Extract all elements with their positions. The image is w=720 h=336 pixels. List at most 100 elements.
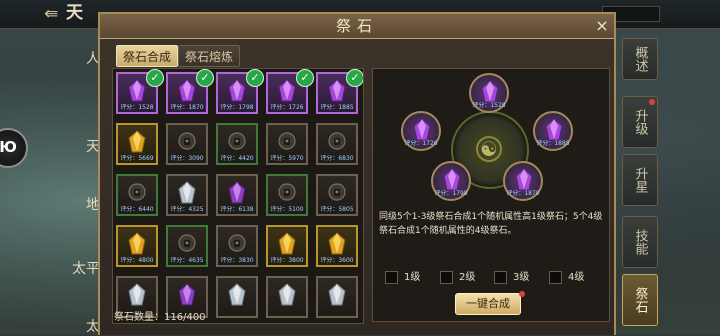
side-tab-1[interactable]: 概述: [622, 38, 658, 80]
lock-stone-icon: [278, 183, 296, 201]
stone-slot[interactable]: 评分：1726 ✓: [266, 69, 314, 114]
checkbox-label: 3级: [513, 272, 530, 283]
side-tab-label: 升级: [632, 109, 648, 135]
dialog-title: 祭石: [335, 17, 378, 35]
stone-slot[interactable]: [266, 276, 308, 318]
tab-stone-merge[interactable]: 祭石合成: [116, 45, 179, 67]
side-tab-3[interactable]: 升星: [622, 154, 658, 206]
stone-score: 评分：5805: [320, 206, 354, 213]
stone-gem-icon: [128, 232, 146, 255]
dialog-header: 祭石 ×: [100, 14, 614, 39]
stone-slot[interactable]: 评分：3800: [266, 225, 308, 267]
side-tab-2[interactable]: 升级: [622, 96, 658, 148]
merge-notification-dot: [519, 291, 525, 297]
stone-slot[interactable]: 评分：5970: [266, 123, 308, 165]
stone-slot[interactable]: 评分：5100: [266, 174, 308, 216]
lock-stone-icon: [328, 183, 346, 201]
stone-score: 评分：1726: [270, 104, 304, 111]
stone-gem-icon: [515, 168, 533, 191]
fusion-slot-score: 评分：1528: [472, 102, 506, 109]
stone-inventory-grid[interactable]: 评分：1528 ✓ 评分：1870 ✓ 评分：1798 ✓ 评分：1726 ✓ 评分：1885 ✓…: [112, 68, 364, 324]
fusion-slot-score: 评分：1885: [536, 140, 570, 147]
stone-gem-icon: [228, 181, 246, 204]
left-tab-3[interactable]: 地: [72, 194, 100, 214]
stone-slot[interactable]: 评分：3600: [316, 225, 358, 267]
fusion-slot[interactable]: 评分：1885: [533, 111, 573, 151]
check-icon: ✓: [246, 69, 264, 87]
stone-slot[interactable]: 评分：3830: [216, 225, 258, 267]
stone-score: 评分：6830: [320, 155, 354, 162]
left-tab-2[interactable]: 天: [72, 136, 100, 156]
lock-stone-icon: [228, 234, 246, 252]
stone-score: 评分：4635: [170, 257, 204, 264]
stone-slot[interactable]: 评分：4325: [166, 174, 208, 216]
stone-gem-icon: [128, 79, 146, 102]
checkbox-box[interactable]: [440, 271, 453, 284]
checkbox-box[interactable]: [549, 271, 562, 284]
lock-stone-icon: [178, 234, 196, 252]
left-tab-1[interactable]: 人: [72, 48, 100, 68]
checkbox-box[interactable]: [494, 271, 507, 284]
stone-score: 评分：3830: [220, 257, 254, 264]
stone-gem-icon: [328, 232, 346, 255]
fusion-slot[interactable]: 评分：1870: [503, 161, 543, 201]
stone-score: 评分：3090: [170, 155, 204, 162]
check-icon: ✓: [346, 69, 363, 87]
side-tab-5[interactable]: 祭石: [622, 274, 658, 326]
fusion-slot[interactable]: 评分：1798: [431, 161, 471, 201]
stone-gem-icon: [278, 79, 296, 102]
stone-slot[interactable]: 评分：5805: [316, 174, 358, 216]
stone-score: 评分：1528: [120, 104, 154, 111]
fusion-slot-score: 评分：1870: [506, 190, 540, 197]
stone-score: 评分：1870: [170, 104, 204, 111]
stone-score: 评分：3800: [270, 257, 304, 264]
fusion-slot[interactable]: 评分：1726: [401, 111, 441, 151]
lock-stone-icon: [278, 132, 296, 150]
stone-slot[interactable]: 评分：1528 ✓: [116, 69, 164, 114]
checkbox-box[interactable]: [385, 271, 398, 284]
stone-gem-icon: [413, 118, 431, 141]
side-tab-label: 升星: [632, 167, 648, 193]
stone-score: 评分：4420: [220, 155, 254, 162]
stone-gem-icon: [328, 283, 346, 306]
stone-slot[interactable]: 评分：1798 ✓: [216, 69, 264, 114]
stone-slot[interactable]: 评分：6138: [216, 174, 258, 216]
stone-slot[interactable]: [216, 276, 258, 318]
side-tab-label: 技能: [632, 229, 648, 255]
back-arrow-icon[interactable]: ⇚: [44, 4, 58, 24]
stone-score: 评分：6440: [120, 206, 154, 213]
stone-slot[interactable]: 评分：1870 ✓: [166, 69, 214, 114]
stone-slot[interactable]: 评分：1885 ✓: [316, 69, 363, 114]
close-icon[interactable]: ×: [592, 16, 612, 36]
stone-slot[interactable]: 评分：5669: [116, 123, 158, 165]
left-tab-5[interactable]: 太: [72, 316, 100, 336]
tab-stone-smelt[interactable]: 祭石熔炼: [178, 45, 241, 67]
side-tab-4[interactable]: 技能: [622, 216, 658, 268]
stone-gem-icon: [278, 283, 296, 306]
one-click-merge-button[interactable]: 一键合成: [455, 293, 521, 315]
stone-slot[interactable]: 评分：6830: [316, 123, 358, 165]
stone-gem-icon: [228, 283, 246, 306]
side-tab-label: 概述: [632, 46, 648, 72]
stone-slot[interactable]: 评分：3090: [166, 123, 208, 165]
stone-slot[interactable]: 评分：6440: [116, 174, 158, 216]
fusion-slot[interactable]: 评分：1528: [469, 73, 509, 113]
fusion-panel: ☯ 评分：1528 评分：1726 评分：1885 评分：1798 评分：1870 同级…: [372, 68, 610, 322]
stone-slot[interactable]: 评分：4635: [166, 225, 208, 267]
stone-slot[interactable]: 评分：4420: [216, 123, 258, 165]
stone-gem-icon: [128, 283, 146, 306]
stone-count-label: 祭石数量：: [114, 312, 164, 323]
stone-score: 评分：3600: [320, 257, 354, 264]
stone-score: 评分：1798: [220, 104, 254, 111]
left-tab-4[interactable]: 太平: [72, 258, 100, 278]
checkbox-label: 4级: [568, 272, 585, 283]
check-icon: ✓: [296, 69, 314, 87]
stone-gem-icon: [481, 80, 499, 103]
stone-slot[interactable]: [316, 276, 358, 318]
stone-gem-icon: [178, 283, 196, 306]
fusion-description: 同级5个1-3级祭石合成1个随机属性高1级祭石；5个4级祭石合成1个随机属性的4…: [379, 212, 603, 236]
stone-slot[interactable]: 评分：4800: [116, 225, 158, 267]
background-title: 天: [66, 3, 83, 23]
notification-dot: [649, 99, 655, 105]
stone-count: 祭石数量：116/400: [114, 308, 206, 323]
